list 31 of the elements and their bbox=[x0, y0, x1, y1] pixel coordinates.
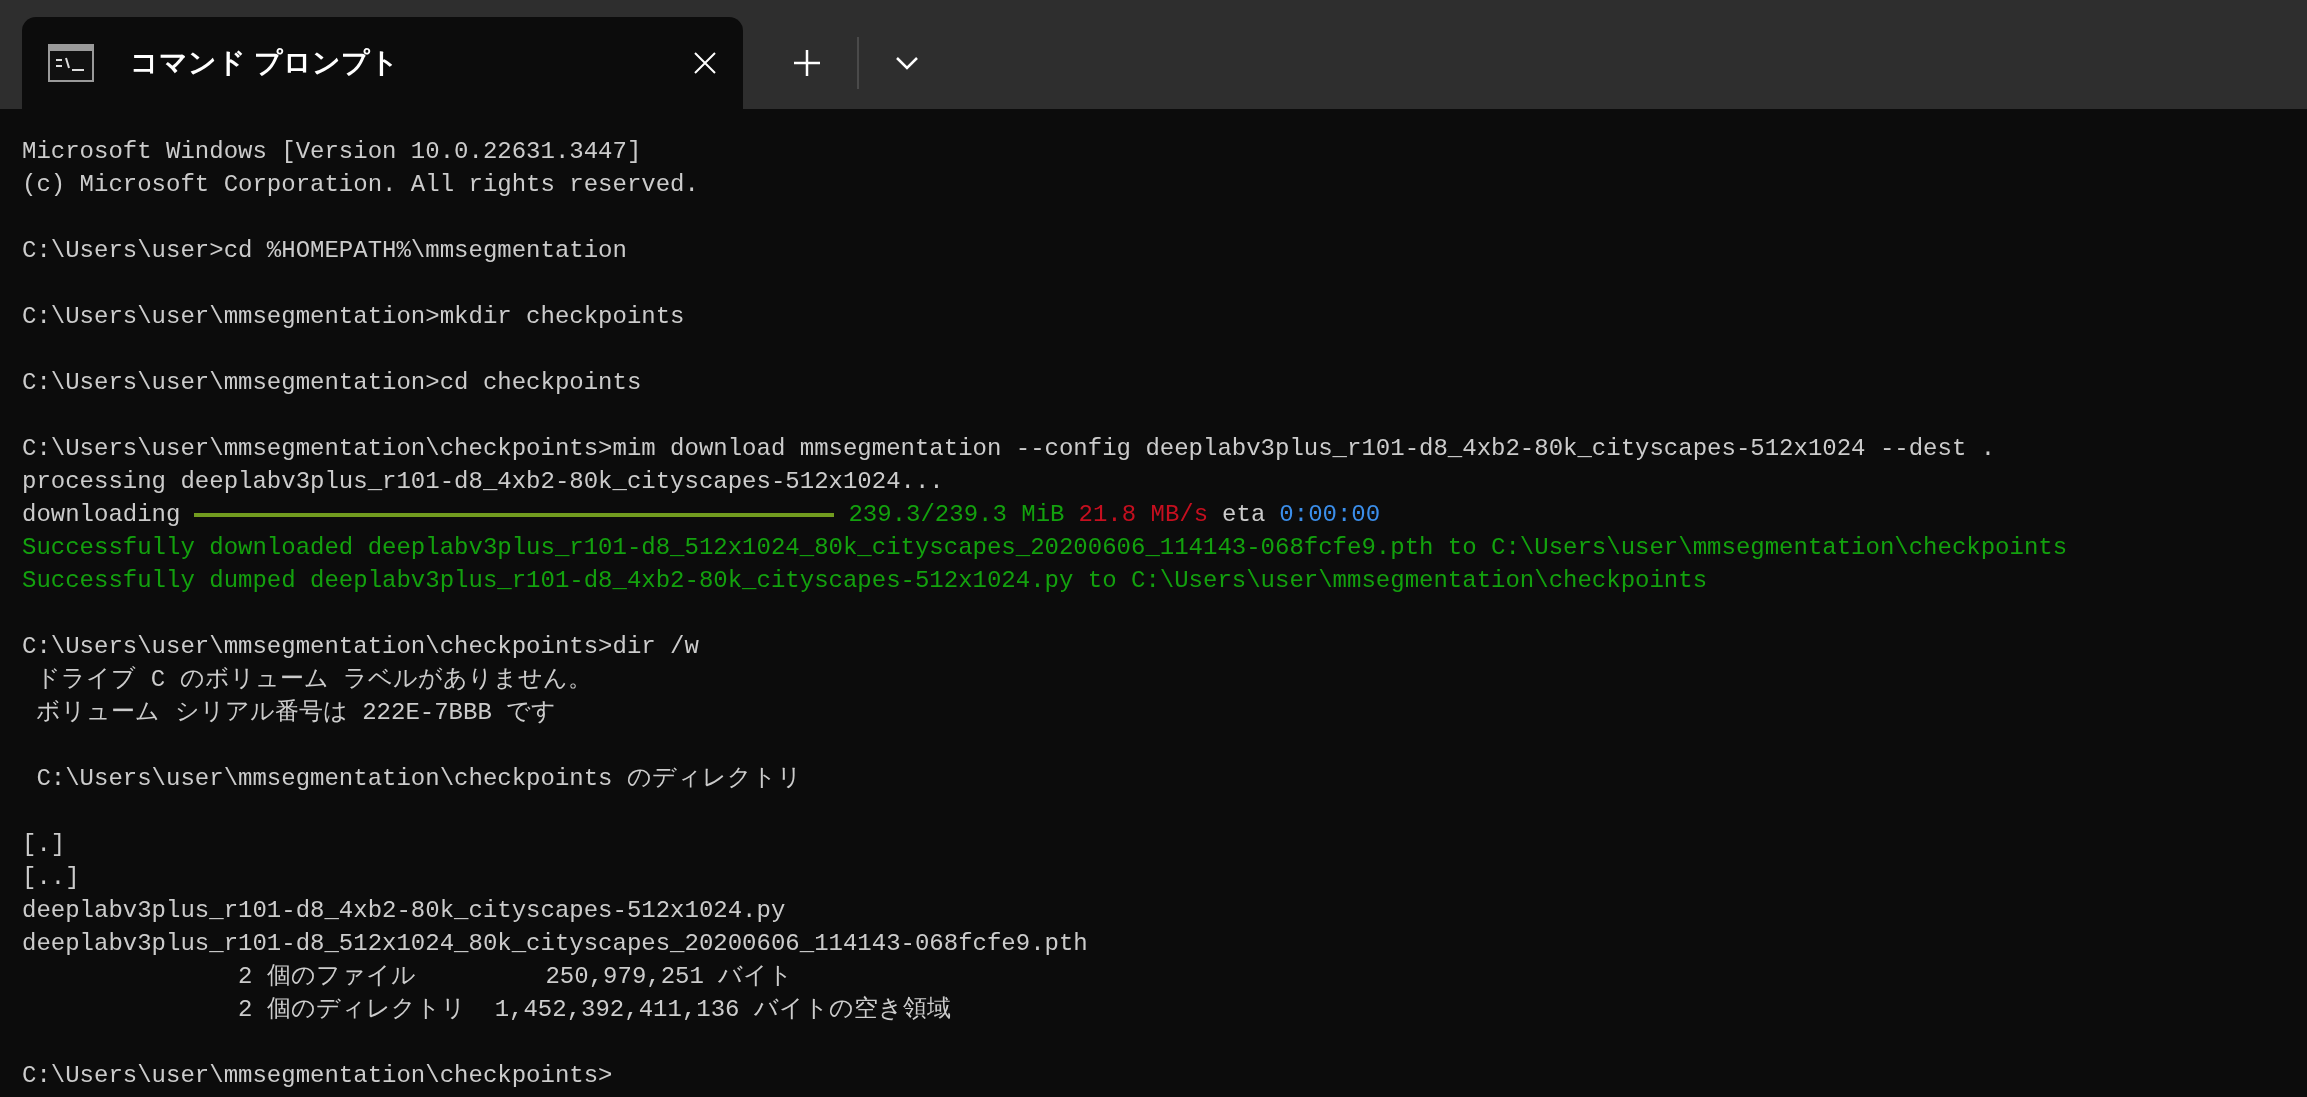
terminal-text: (c) Microsoft Corporation. All rights reserved. bbox=[22, 170, 699, 200]
terminal-text: downloading bbox=[22, 500, 181, 530]
terminal-text: deeplabv3plus_r101-d8_4xb2-80k_cityscapes-512x1024.py bbox=[22, 896, 786, 926]
terminal-text: 239.3/239.3 MiB bbox=[848, 500, 1065, 530]
terminal-text: eta bbox=[1222, 500, 1266, 530]
terminal-text: 21.8 MB/s bbox=[1078, 500, 1209, 530]
terminal-text: 0:00:00 bbox=[1279, 500, 1381, 530]
terminal-text: C:\Users\user\mmsegmentation\checkpoints のディレクトリ bbox=[35, 764, 802, 794]
terminal-text: C:\Users\user\mmsegmentation\checkpoints> bbox=[22, 1061, 613, 1091]
terminal-text: C:\Users\user>cd %HOMEPATH%\mmsegmentation bbox=[22, 236, 627, 266]
terminal-text: Microsoft Windows [Version 10.0.22631.3447] bbox=[22, 137, 642, 167]
terminal-text: Successfully dumped deeplabv3plus_r101-d8_4xb2-80k_cityscapes-512x1024.py to C:\Users\user\mmsegmentation\checkpoints bbox=[22, 566, 1708, 596]
terminal-text: C:\Users\user\mmsegmentation>mkdir checkpoints bbox=[22, 302, 685, 332]
terminal-text: [.] bbox=[22, 830, 66, 860]
close-icon[interactable] bbox=[693, 51, 717, 75]
terminal-tab[interactable]: コマンド プロンプト bbox=[22, 17, 743, 109]
terminal-text: [..] bbox=[22, 863, 80, 893]
terminal-text: deeplabv3plus_r101-d8_512x1024_80k_cityscapes_20200606_114143-068fcfe9.pth bbox=[22, 929, 1088, 959]
terminal-text: ボリューム シリアル番号は 222E-7BBB です bbox=[35, 698, 557, 728]
console-icon bbox=[48, 44, 94, 82]
terminal-text: C:\Users\user\mmsegmentation\checkpoints>dir /w bbox=[22, 632, 699, 662]
terminal-text: 2 個のファイル 250,979,251 バイト bbox=[237, 962, 794, 992]
tab-title: コマンド プロンプト bbox=[130, 46, 399, 80]
terminal-text: C:\Users\user\mmsegmentation\checkpoints>mim download mmsegmentation --config deeplabv3plus_r101-d8_4xb2-80k_cityscapes-512x1024 --dest . bbox=[22, 434, 1996, 464]
terminal-text: Successfully downloaded deeplabv3plus_r101-d8_512x1024_80k_cityscapes_20200606_114143-068fcfe9.pth to C:\Users\user\mmsegmentation\checkpoints bbox=[22, 533, 2068, 563]
plus-icon[interactable] bbox=[793, 49, 821, 77]
terminal-text: ドライブ C のボリューム ラベルがありません。 bbox=[35, 665, 592, 695]
terminal-text: 2 個のディレクトリ 1,452,392,411,136 バイトの空き領域 bbox=[237, 995, 951, 1025]
terminal-text: processing deeplabv3plus_r101-d8_4xb2-80k_cityscapes-512x1024... bbox=[22, 467, 944, 497]
terminal-text: C:\Users\user\mmsegmentation>cd checkpoints bbox=[22, 368, 642, 398]
chevron-down-icon[interactable] bbox=[895, 56, 919, 70]
